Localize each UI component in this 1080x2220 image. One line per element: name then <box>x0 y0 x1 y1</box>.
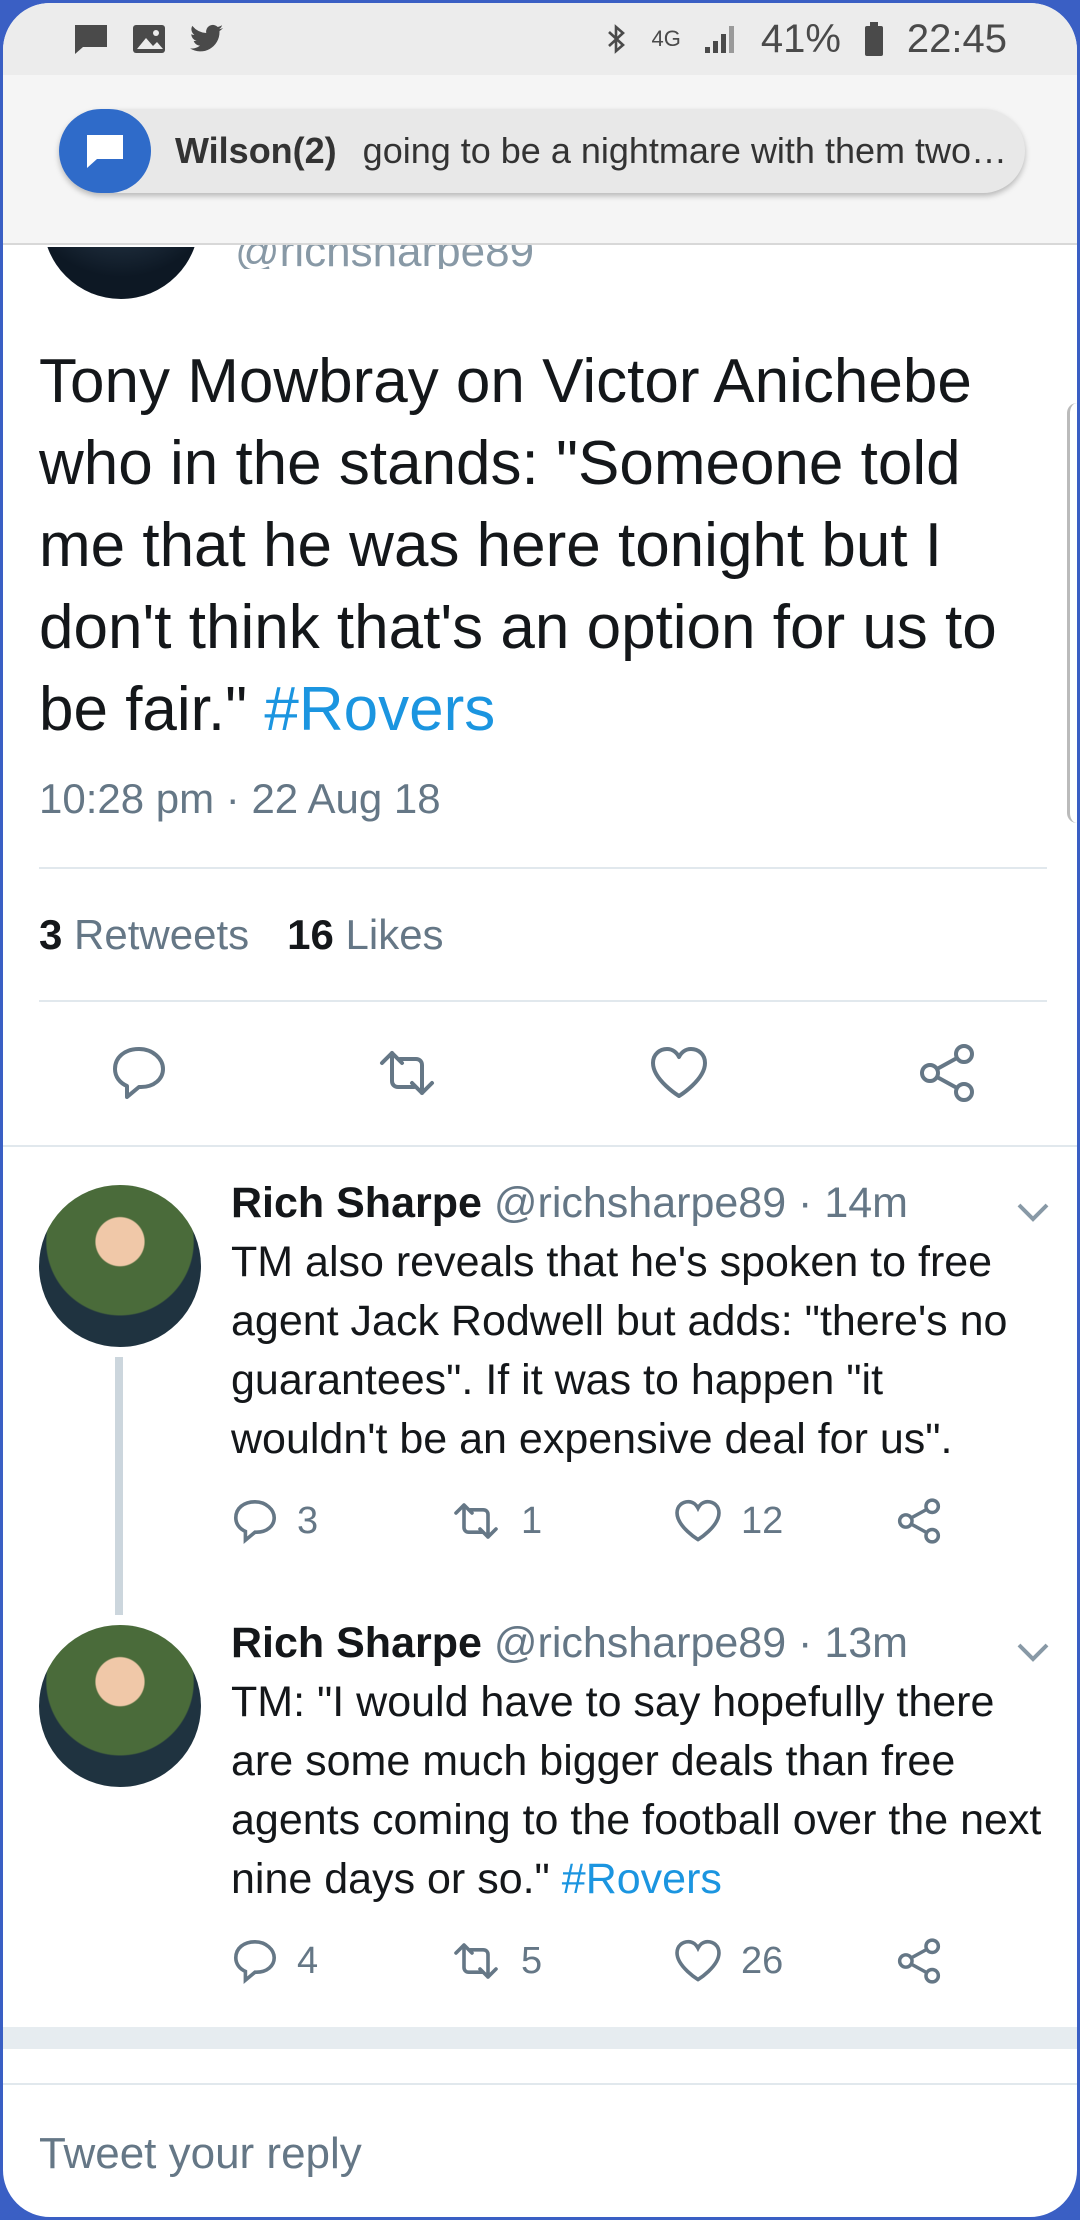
heart-icon <box>651 1047 707 1098</box>
main-tweet-actions <box>3 1033 1077 1113</box>
reply-avatar[interactable] <box>39 1185 201 1347</box>
share-button[interactable] <box>907 1033 987 1113</box>
like-button[interactable] <box>639 1033 719 1113</box>
retweets-label: Retweets <box>74 911 250 958</box>
like-count: 26 <box>741 1939 784 1982</box>
reply-button[interactable] <box>99 1033 179 1113</box>
reply-body: TM also reveals that he's spoken to free… <box>231 1238 1008 1463</box>
reply-count: 4 <box>297 1939 319 1982</box>
status-icons-left <box>73 23 225 55</box>
reply-count: 3 <box>297 1499 319 1542</box>
retweet-count: 5 <box>521 1939 543 1982</box>
retweet-count: 1 <box>521 1499 543 1542</box>
signal-icon <box>704 26 734 53</box>
battery-icon <box>864 22 883 56</box>
notification-sender: Wilson(2) <box>175 130 337 171</box>
share-icon <box>897 1938 941 1984</box>
retweet-icon <box>454 1943 498 1979</box>
reply-author-name[interactable]: Rich Sharpe <box>231 1619 482 1667</box>
reply-meta: @richsharpe89 · 13m <box>493 1619 908 1667</box>
likes-count: 16 <box>287 911 334 958</box>
chevron-down-icon[interactable] <box>1013 1191 1053 1231</box>
reply-icon <box>233 1939 277 1985</box>
retweets-count: 3 <box>39 911 63 958</box>
reply-actions: 3 1 12 <box>231 1497 1051 1557</box>
section-gap <box>3 2027 1077 2049</box>
scrollbar[interactable] <box>1067 403 1077 823</box>
reply-button[interactable]: 4 <box>231 1937 318 1985</box>
heart-icon <box>675 1499 721 1542</box>
like-button[interactable]: 26 <box>673 1937 783 1985</box>
network-type: 4G <box>651 26 681 51</box>
reply-input-placeholder[interactable]: Tweet your reply <box>39 2129 362 2179</box>
main-tweet-hashtag[interactable]: #Rovers <box>264 675 495 744</box>
retweet-icon <box>380 1051 434 1095</box>
tweet-stats: 3 Retweets 16 Likes <box>39 911 444 959</box>
reply-avatar[interactable] <box>39 1625 201 1787</box>
like-button[interactable]: 12 <box>673 1497 783 1545</box>
divider <box>39 867 1047 869</box>
section-divider <box>3 1145 1077 1147</box>
reply-header: Rich Sharpe @richsharpe89 · 13m <box>231 1619 908 1668</box>
share-button[interactable] <box>895 1497 943 1545</box>
battery-percent: 41% <box>760 16 841 61</box>
retweet-button[interactable]: 1 <box>449 1497 542 1545</box>
bluetooth-icon <box>608 24 626 54</box>
notification-text: going to be a nightmare with them two… <box>362 130 1008 171</box>
likes-stat[interactable]: 16 Likes <box>287 911 443 959</box>
reply-icon <box>113 1047 165 1099</box>
phone-screen: 4G 41% 22:45 Wilson(2) going to be a nig… <box>0 0 1080 2220</box>
reply-text: TM also reveals that he's spoken to free… <box>231 1233 1051 1469</box>
status-bar: 4G 41% 22:45 <box>3 3 1077 75</box>
notification-area: Wilson(2) going to be a nightmare with t… <box>3 75 1077 245</box>
reply-text: TM: "I would have to say hopefully there… <box>231 1673 1051 1909</box>
like-count: 12 <box>741 1499 784 1542</box>
retweet-button[interactable] <box>367 1033 447 1113</box>
divider <box>39 1000 1047 1002</box>
image-icon <box>133 25 165 53</box>
reply-icon <box>233 1499 277 1545</box>
share-button[interactable] <box>895 1937 943 1985</box>
main-tweet-body: Tony Mowbray on Victor Anichebe who in t… <box>39 347 997 744</box>
likes-label: Likes <box>345 911 444 958</box>
reply-meta: @richsharpe89 · 14m <box>493 1179 908 1227</box>
retweets-stat[interactable]: 3 Retweets <box>39 911 249 959</box>
main-tweet-timestamp: 10:28 pm · 22 Aug 18 <box>39 775 441 822</box>
reply-actions: 4 5 26 <box>231 1937 1051 1997</box>
clock: 22:45 <box>906 16 1007 61</box>
reply-author-name[interactable]: Rich Sharpe <box>231 1179 482 1227</box>
share-icon <box>920 1044 974 1102</box>
heart-icon <box>675 1939 721 1982</box>
status-icons-right: 4G 41% 22:45 <box>605 17 1007 62</box>
share-icon <box>897 1498 941 1544</box>
twitter-icon <box>190 24 223 52</box>
chat-icon <box>75 25 107 54</box>
reply-header: Rich Sharpe @richsharpe89 · 14m <box>231 1179 908 1228</box>
main-tweet-text: Tony Mowbray on Victor Anichebe who in t… <box>39 341 1049 751</box>
chevron-down-icon[interactable] <box>1013 1631 1053 1671</box>
reply-button[interactable]: 3 <box>231 1497 318 1545</box>
retweet-button[interactable]: 5 <box>449 1937 542 1985</box>
reply-composer[interactable]: Tweet your reply <box>3 2083 1077 2217</box>
message-app-icon <box>59 109 151 193</box>
thread-line <box>115 1357 123 1615</box>
reply-hashtag[interactable]: #Rovers <box>562 1855 722 1903</box>
retweet-icon <box>454 1503 498 1539</box>
notification-banner[interactable]: Wilson(2) going to be a nightmare with t… <box>59 109 1025 193</box>
main-tweet-handle[interactable]: @richsharpe89 <box>235 245 534 269</box>
